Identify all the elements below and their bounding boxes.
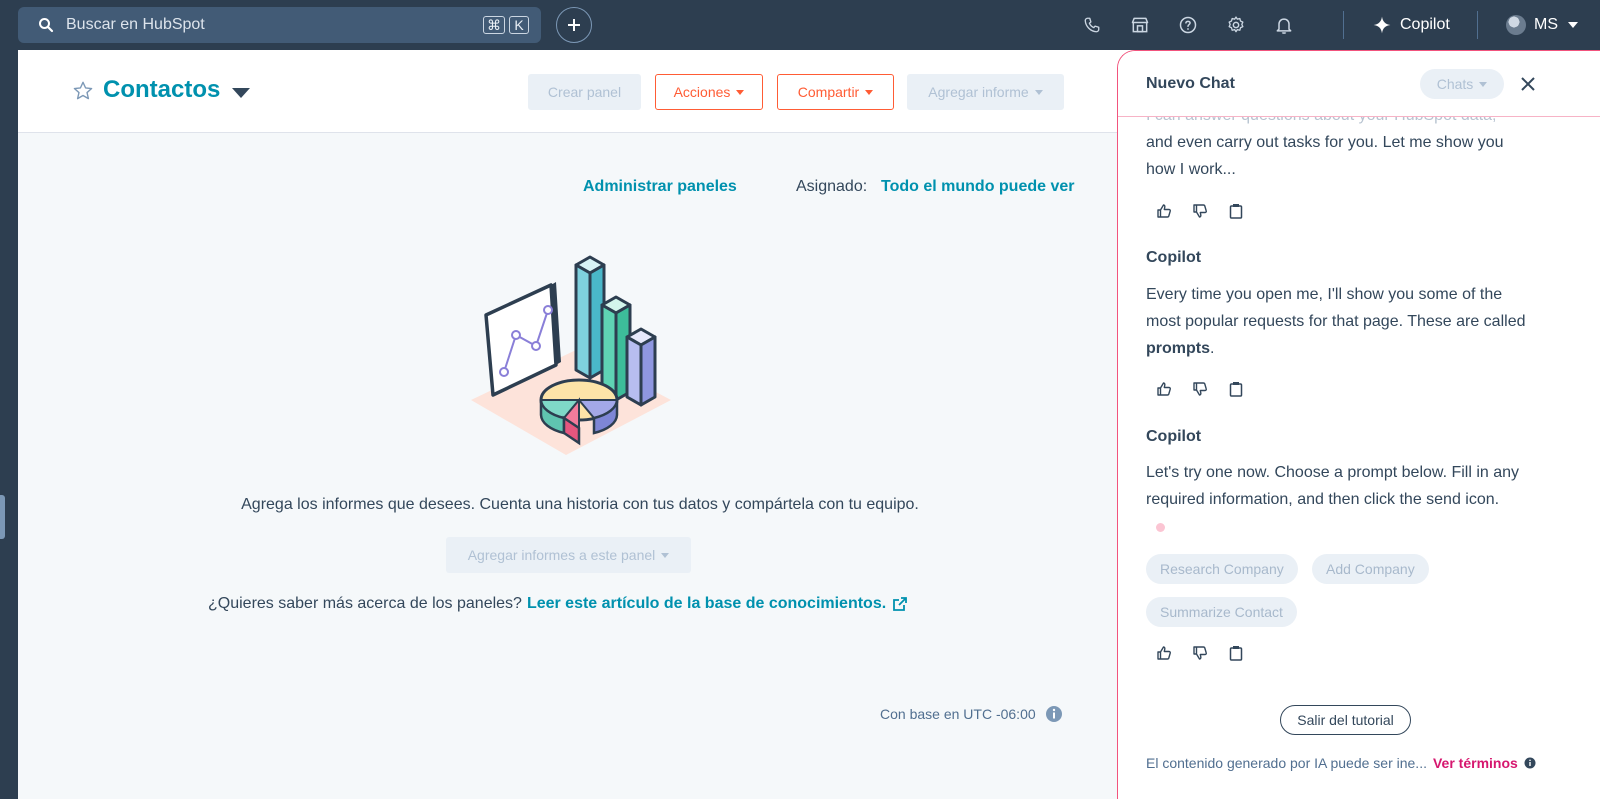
settings-gear-icon[interactable]: [1226, 15, 1246, 35]
thumbs-up-icon[interactable]: [1155, 380, 1173, 398]
chat-message: Let's try one now. Choose a prompt below…: [1146, 464, 1520, 508]
top-navigation: ⌘ K Copilot MS: [0, 0, 1600, 50]
sparkle-icon: [1373, 16, 1391, 34]
thumbs-down-icon[interactable]: [1191, 644, 1209, 662]
create-new-button[interactable]: [556, 7, 592, 43]
chevron-down-icon: [1568, 22, 1578, 28]
copilot-button[interactable]: Copilot: [1372, 13, 1450, 37]
message-feedback: [1155, 644, 1245, 662]
typing-indicator: [1156, 523, 1165, 532]
search-icon: [38, 17, 54, 33]
share-dropdown-button[interactable]: Compartir: [777, 74, 894, 110]
assigned-label: Asignado:: [796, 178, 868, 195]
external-link-icon: [893, 597, 908, 611]
copy-clipboard-icon[interactable]: [1227, 202, 1245, 220]
ai-disclaimer: El contenido generado por IA puede ser i…: [1146, 755, 1536, 771]
empty-state-text: Agrega los informes que desees. Cuenta u…: [241, 496, 919, 513]
chats-dropdown[interactable]: Chats: [1420, 69, 1504, 99]
dashboard-header: Contactos Crear panel Acciones Compartir…: [18, 50, 1142, 133]
view-terms-link[interactable]: Ver términos: [1433, 755, 1518, 771]
prompt-chip-summarize-contact[interactable]: Summarize Contact: [1146, 597, 1297, 627]
account-menu[interactable]: MS: [1506, 13, 1578, 37]
timezone-note: Con base en UTC -06:00: [880, 706, 1036, 722]
caret-down-icon: [1034, 89, 1043, 95]
copy-clipboard-icon[interactable]: [1227, 380, 1245, 398]
copilot-panel-header: Nuevo Chat Chats: [1118, 51, 1600, 117]
marketplace-icon[interactable]: [1130, 15, 1150, 35]
thumbs-up-icon[interactable]: [1155, 644, 1173, 662]
copilot-panel: Nuevo Chat Chats I can answer questions …: [1117, 50, 1600, 799]
chat-message: Every time you open me, I'll show you so…: [1146, 286, 1526, 357]
message-feedback: [1155, 202, 1245, 220]
account-initials: MS: [1534, 16, 1558, 33]
shortcut-key-k: K: [509, 16, 529, 34]
dashboard-main: Contactos Crear panel Acciones Compartir…: [18, 50, 1142, 799]
message-sender: Copilot: [1146, 428, 1202, 445]
empty-dashboard-illustration: [471, 255, 671, 455]
notifications-bell-icon[interactable]: [1274, 15, 1294, 35]
learn-more-row: ¿Quieres saber más acerca de los paneles…: [208, 595, 908, 613]
help-icon[interactable]: [1178, 15, 1198, 35]
prompt-chip-research-company[interactable]: Research Company: [1146, 554, 1298, 584]
learn-more-prefix: ¿Quieres saber más acerca de los paneles…: [208, 595, 522, 612]
close-panel-button[interactable]: [1518, 74, 1538, 94]
actions-dropdown-button[interactable]: Acciones: [655, 74, 763, 110]
thumbs-up-icon[interactable]: [1155, 202, 1173, 220]
prompt-chip-add-company[interactable]: Add Company: [1312, 554, 1429, 584]
caret-down-icon: [865, 89, 874, 95]
caret-down-icon: [661, 552, 670, 558]
thumbs-down-icon[interactable]: [1191, 202, 1209, 220]
sidebar-collapse-tab[interactable]: [0, 495, 5, 539]
chat-message: and even carry out tasks for you. Let me…: [1146, 134, 1504, 178]
info-icon[interactable]: [1045, 705, 1063, 728]
knowledge-base-link[interactable]: Leer este artículo de la base de conocim…: [527, 595, 886, 613]
copilot-label: Copilot: [1400, 16, 1450, 33]
copy-clipboard-icon[interactable]: [1227, 644, 1245, 662]
chat-title: Nuevo Chat: [1146, 75, 1235, 92]
add-report-dropdown-button[interactable]: Agregar informe: [907, 74, 1064, 110]
message-feedback: [1155, 380, 1245, 398]
nav-divider: [1477, 11, 1478, 39]
plus-icon: [568, 19, 580, 31]
nav-divider: [1343, 11, 1344, 39]
shortcut-key-cmd: ⌘: [483, 16, 505, 34]
manage-dashboards-link[interactable]: Administrar paneles: [583, 178, 737, 196]
create-dashboard-button[interactable]: Crear panel: [528, 74, 641, 110]
close-icon: [1521, 77, 1535, 91]
search-input[interactable]: [64, 15, 479, 35]
phone-icon[interactable]: [1082, 15, 1102, 35]
favorite-star-icon[interactable]: [72, 80, 94, 107]
exit-tutorial-button[interactable]: Salir del tutorial: [1280, 705, 1411, 735]
info-icon[interactable]: [1524, 757, 1536, 769]
caret-down-icon: [736, 89, 745, 95]
global-search[interactable]: ⌘ K: [18, 7, 541, 43]
dashboard-switcher-caret-icon[interactable]: [232, 88, 250, 98]
message-sender: Copilot: [1146, 249, 1202, 266]
thumbs-down-icon[interactable]: [1191, 380, 1209, 398]
add-reports-to-dashboard-button[interactable]: Agregar informes a este panel: [446, 537, 691, 573]
avatar: [1506, 15, 1526, 35]
caret-down-icon: [1479, 81, 1488, 87]
assigned-visibility-link[interactable]: Todo el mundo puede ver: [881, 178, 1075, 196]
page-title[interactable]: Contactos: [103, 76, 220, 104]
